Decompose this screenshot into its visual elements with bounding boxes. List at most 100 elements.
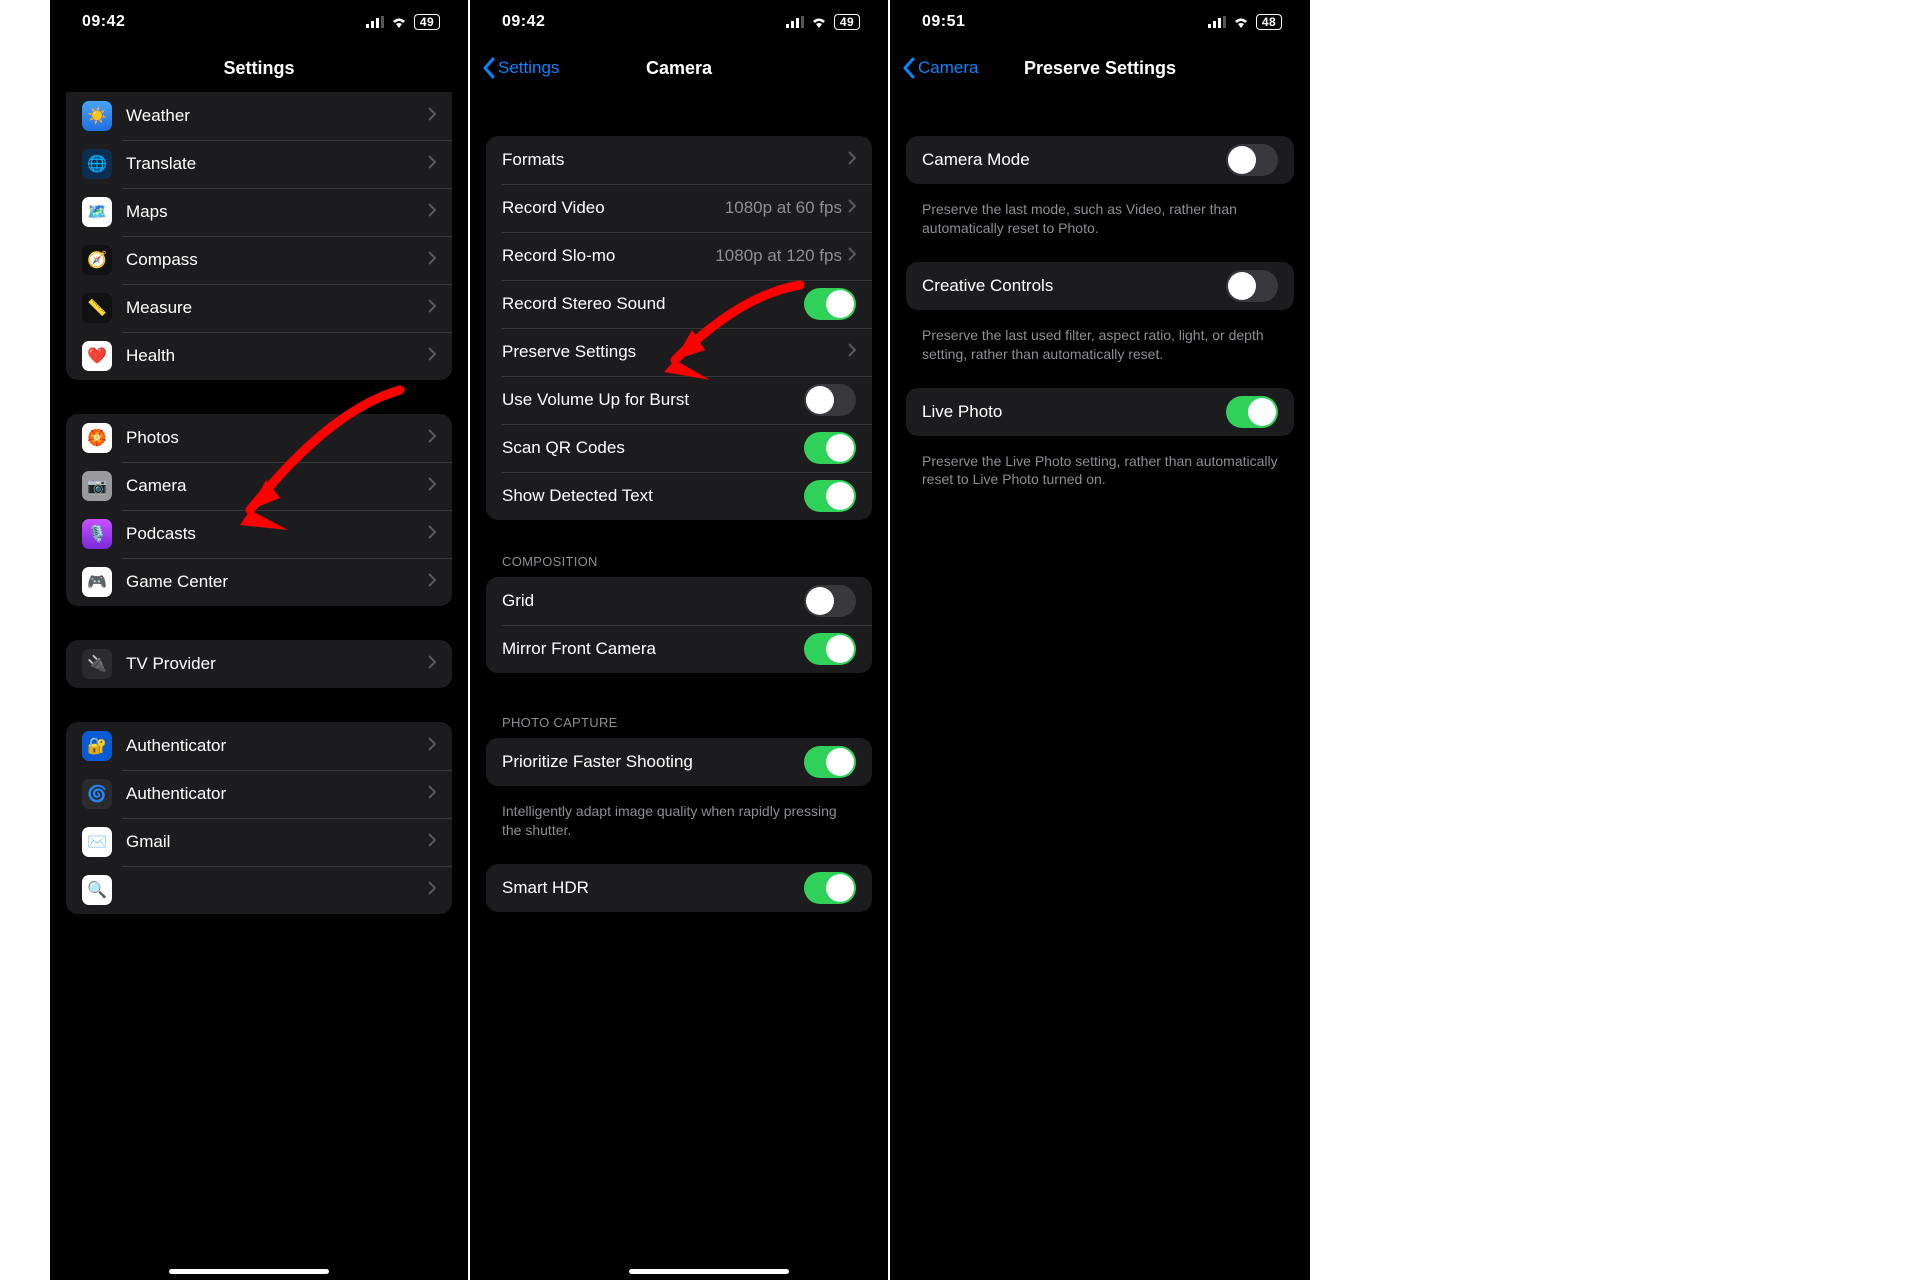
back-label: Settings [498,58,559,78]
home-indicator [169,1269,329,1274]
footer-camera-mode: Preserve the last mode, such as Video, r… [922,200,1278,238]
switch-detected-text[interactable] [804,480,856,512]
section-header-composition: Composition [502,554,856,569]
row-scan-qr[interactable]: Scan QR Codes [486,424,872,472]
chevron-right-icon [428,833,436,852]
status-bar: 09:51 48 [890,0,1310,44]
chevron-right-icon [428,347,436,366]
row-camera[interactable]: 📷 Camera [66,462,452,510]
row-authenticator-1[interactable]: 🔐 Authenticator [66,722,452,770]
chevron-right-icon [848,199,856,218]
row-measure[interactable]: 📏 Measure [66,284,452,332]
row-label: Record Video [502,198,725,218]
nav-header: Settings [50,44,468,92]
row-label: Mirror Front Camera [502,639,804,659]
camera-icon: 📷 [82,471,112,501]
section-header-photo-capture: Photo Capture [502,715,856,730]
measure-icon: 📏 [82,293,112,323]
switch-prioritize-faster[interactable] [804,746,856,778]
row-smart-hdr[interactable]: Smart HDR [486,864,872,912]
row-label: Health [126,346,428,366]
row-label: Record Slo-mo [502,246,715,266]
row-label: Scan QR Codes [502,438,804,458]
tv-provider-icon: 🔌 [82,649,112,679]
row-label: Podcasts [126,524,428,544]
switch-camera-mode[interactable] [1226,144,1278,176]
chevron-right-icon [428,785,436,804]
cellular-signal-icon [1208,15,1226,29]
chevron-right-icon [428,525,436,544]
wifi-icon [1232,15,1250,29]
row-record-stereo[interactable]: Record Stereo Sound [486,280,872,328]
row-label: Game Center [126,572,428,592]
chevron-right-icon [428,155,436,174]
wifi-icon [390,15,408,29]
row-translate[interactable]: 🌐 Translate [66,140,452,188]
row-label: Gmail [126,832,428,852]
row-gmail[interactable]: ✉️ Gmail [66,818,452,866]
row-detail: 1080p at 60 fps [725,198,842,218]
row-camera-mode[interactable]: Camera Mode [906,136,1294,184]
chevron-right-icon [848,151,856,170]
switch-scan-qr[interactable] [804,432,856,464]
row-detected-text[interactable]: Show Detected Text [486,472,872,520]
camera-group-main: Formats Record Video 1080p at 60 fps Rec… [486,136,872,520]
section-footer-capture: Intelligently adapt image quality when r… [502,802,856,840]
chevron-right-icon [428,573,436,592]
health-icon: ❤️ [82,341,112,371]
switch-volume-burst[interactable] [804,384,856,416]
row-label: Preserve Settings [502,342,848,362]
row-tv-provider[interactable]: 🔌 TV Provider [66,640,452,688]
row-photos[interactable]: 🏵️ Photos [66,414,452,462]
row-label: Authenticator [126,736,428,756]
row-weather[interactable]: ☀️ Weather [66,92,452,140]
settings-group-media: 🏵️ Photos 📷 Camera 🎙️ Podcasts 🎮 Game C [66,414,452,606]
row-label: Use Volume Up for Burst [502,390,804,410]
row-prioritize-faster[interactable]: Prioritize Faster Shooting [486,738,872,786]
row-maps[interactable]: 🗺️ Maps [66,188,452,236]
battery-indicator: 48 [1256,14,1282,30]
nav-header: Settings Camera [470,44,888,92]
row-formats[interactable]: Formats [486,136,872,184]
row-label: Photos [126,428,428,448]
chevron-right-icon [428,737,436,756]
row-detail: 1080p at 120 fps [715,246,842,266]
row-compass[interactable]: 🧭 Compass [66,236,452,284]
row-game-center[interactable]: 🎮 Game Center [66,558,452,606]
back-button[interactable]: Camera [902,57,978,79]
game-center-icon: 🎮 [82,567,112,597]
row-record-video[interactable]: Record Video 1080p at 60 fps [486,184,872,232]
switch-mirror-front[interactable] [804,633,856,665]
switch-record-stereo[interactable] [804,288,856,320]
switch-creative-controls[interactable] [1226,270,1278,302]
wifi-icon [810,15,828,29]
switch-grid[interactable] [804,585,856,617]
camera-group-composition: Grid Mirror Front Camera [486,577,872,673]
footer-live-photo: Preserve the Live Photo setting, rather … [922,452,1278,490]
weather-icon: ☀️ [82,101,112,131]
row-label: Show Detected Text [502,486,804,506]
settings-group-tv: 🔌 TV Provider [66,640,452,688]
row-label: Camera Mode [922,150,1226,170]
preserve-group-creative-controls: Creative Controls [906,262,1294,310]
google-icon: 🔍 [82,875,112,905]
cellular-signal-icon [786,15,804,29]
row-creative-controls[interactable]: Creative Controls [906,262,1294,310]
row-authenticator-2[interactable]: 🌀 Authenticator [66,770,452,818]
back-button[interactable]: Settings [482,57,559,79]
screenshot-camera-settings: 09:42 49 Settings Camera Formats [470,0,890,1280]
row-live-photo[interactable]: Live Photo [906,388,1294,436]
switch-live-photo[interactable] [1226,396,1278,428]
row-health[interactable]: ❤️ Health [66,332,452,380]
row-record-slomo[interactable]: Record Slo-mo 1080p at 120 fps [486,232,872,280]
switch-smart-hdr[interactable] [804,872,856,904]
row-podcasts[interactable]: 🎙️ Podcasts [66,510,452,558]
row-preserve-settings[interactable]: Preserve Settings [486,328,872,376]
row-volume-burst[interactable]: Use Volume Up for Burst [486,376,872,424]
row-grid[interactable]: Grid [486,577,872,625]
chevron-right-icon [428,251,436,270]
row-label: Creative Controls [922,276,1226,296]
row-google-partial[interactable]: 🔍 [66,866,452,914]
row-mirror-front[interactable]: Mirror Front Camera [486,625,872,673]
photos-icon: 🏵️ [82,423,112,453]
